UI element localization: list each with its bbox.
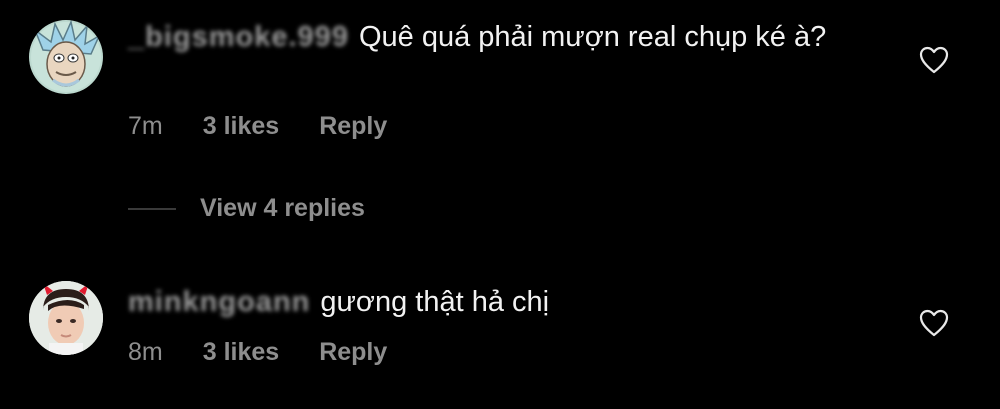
divider-line <box>128 207 176 210</box>
heart-icon[interactable] <box>919 46 949 74</box>
comment-username[interactable]: minkngoann <box>128 286 310 318</box>
comment-meta: 8m 3 likes Reply <box>128 338 427 367</box>
comment-text-block: _bigsmoke.999 Quê quá phải mượn real chụp… <box>128 18 888 56</box>
comment-meta: 7m 3 likes Reply <box>128 112 427 141</box>
view-replies-button[interactable]: View 4 replies <box>128 194 365 223</box>
comment-time: 8m <box>128 338 163 366</box>
comment-username[interactable]: _bigsmoke.999 <box>128 21 349 53</box>
comment-text-block: minkngoann gương thật hả chị <box>128 283 888 321</box>
comment-text: gương thật hả chị <box>320 286 550 318</box>
avatar[interactable] <box>29 20 103 94</box>
comment-text: Quê quá phải mượn real chụp ké à? <box>358 21 827 53</box>
avatar[interactable] <box>29 281 103 355</box>
view-replies-label: View 4 replies <box>200 194 365 222</box>
likes-count-button[interactable]: 3 likes <box>203 112 279 141</box>
heart-icon[interactable] <box>919 309 949 337</box>
comment-time: 7m <box>128 112 163 140</box>
likes-count-button[interactable]: 3 likes <box>203 338 279 367</box>
reply-button[interactable]: Reply <box>319 338 387 367</box>
reply-button[interactable]: Reply <box>319 112 387 141</box>
